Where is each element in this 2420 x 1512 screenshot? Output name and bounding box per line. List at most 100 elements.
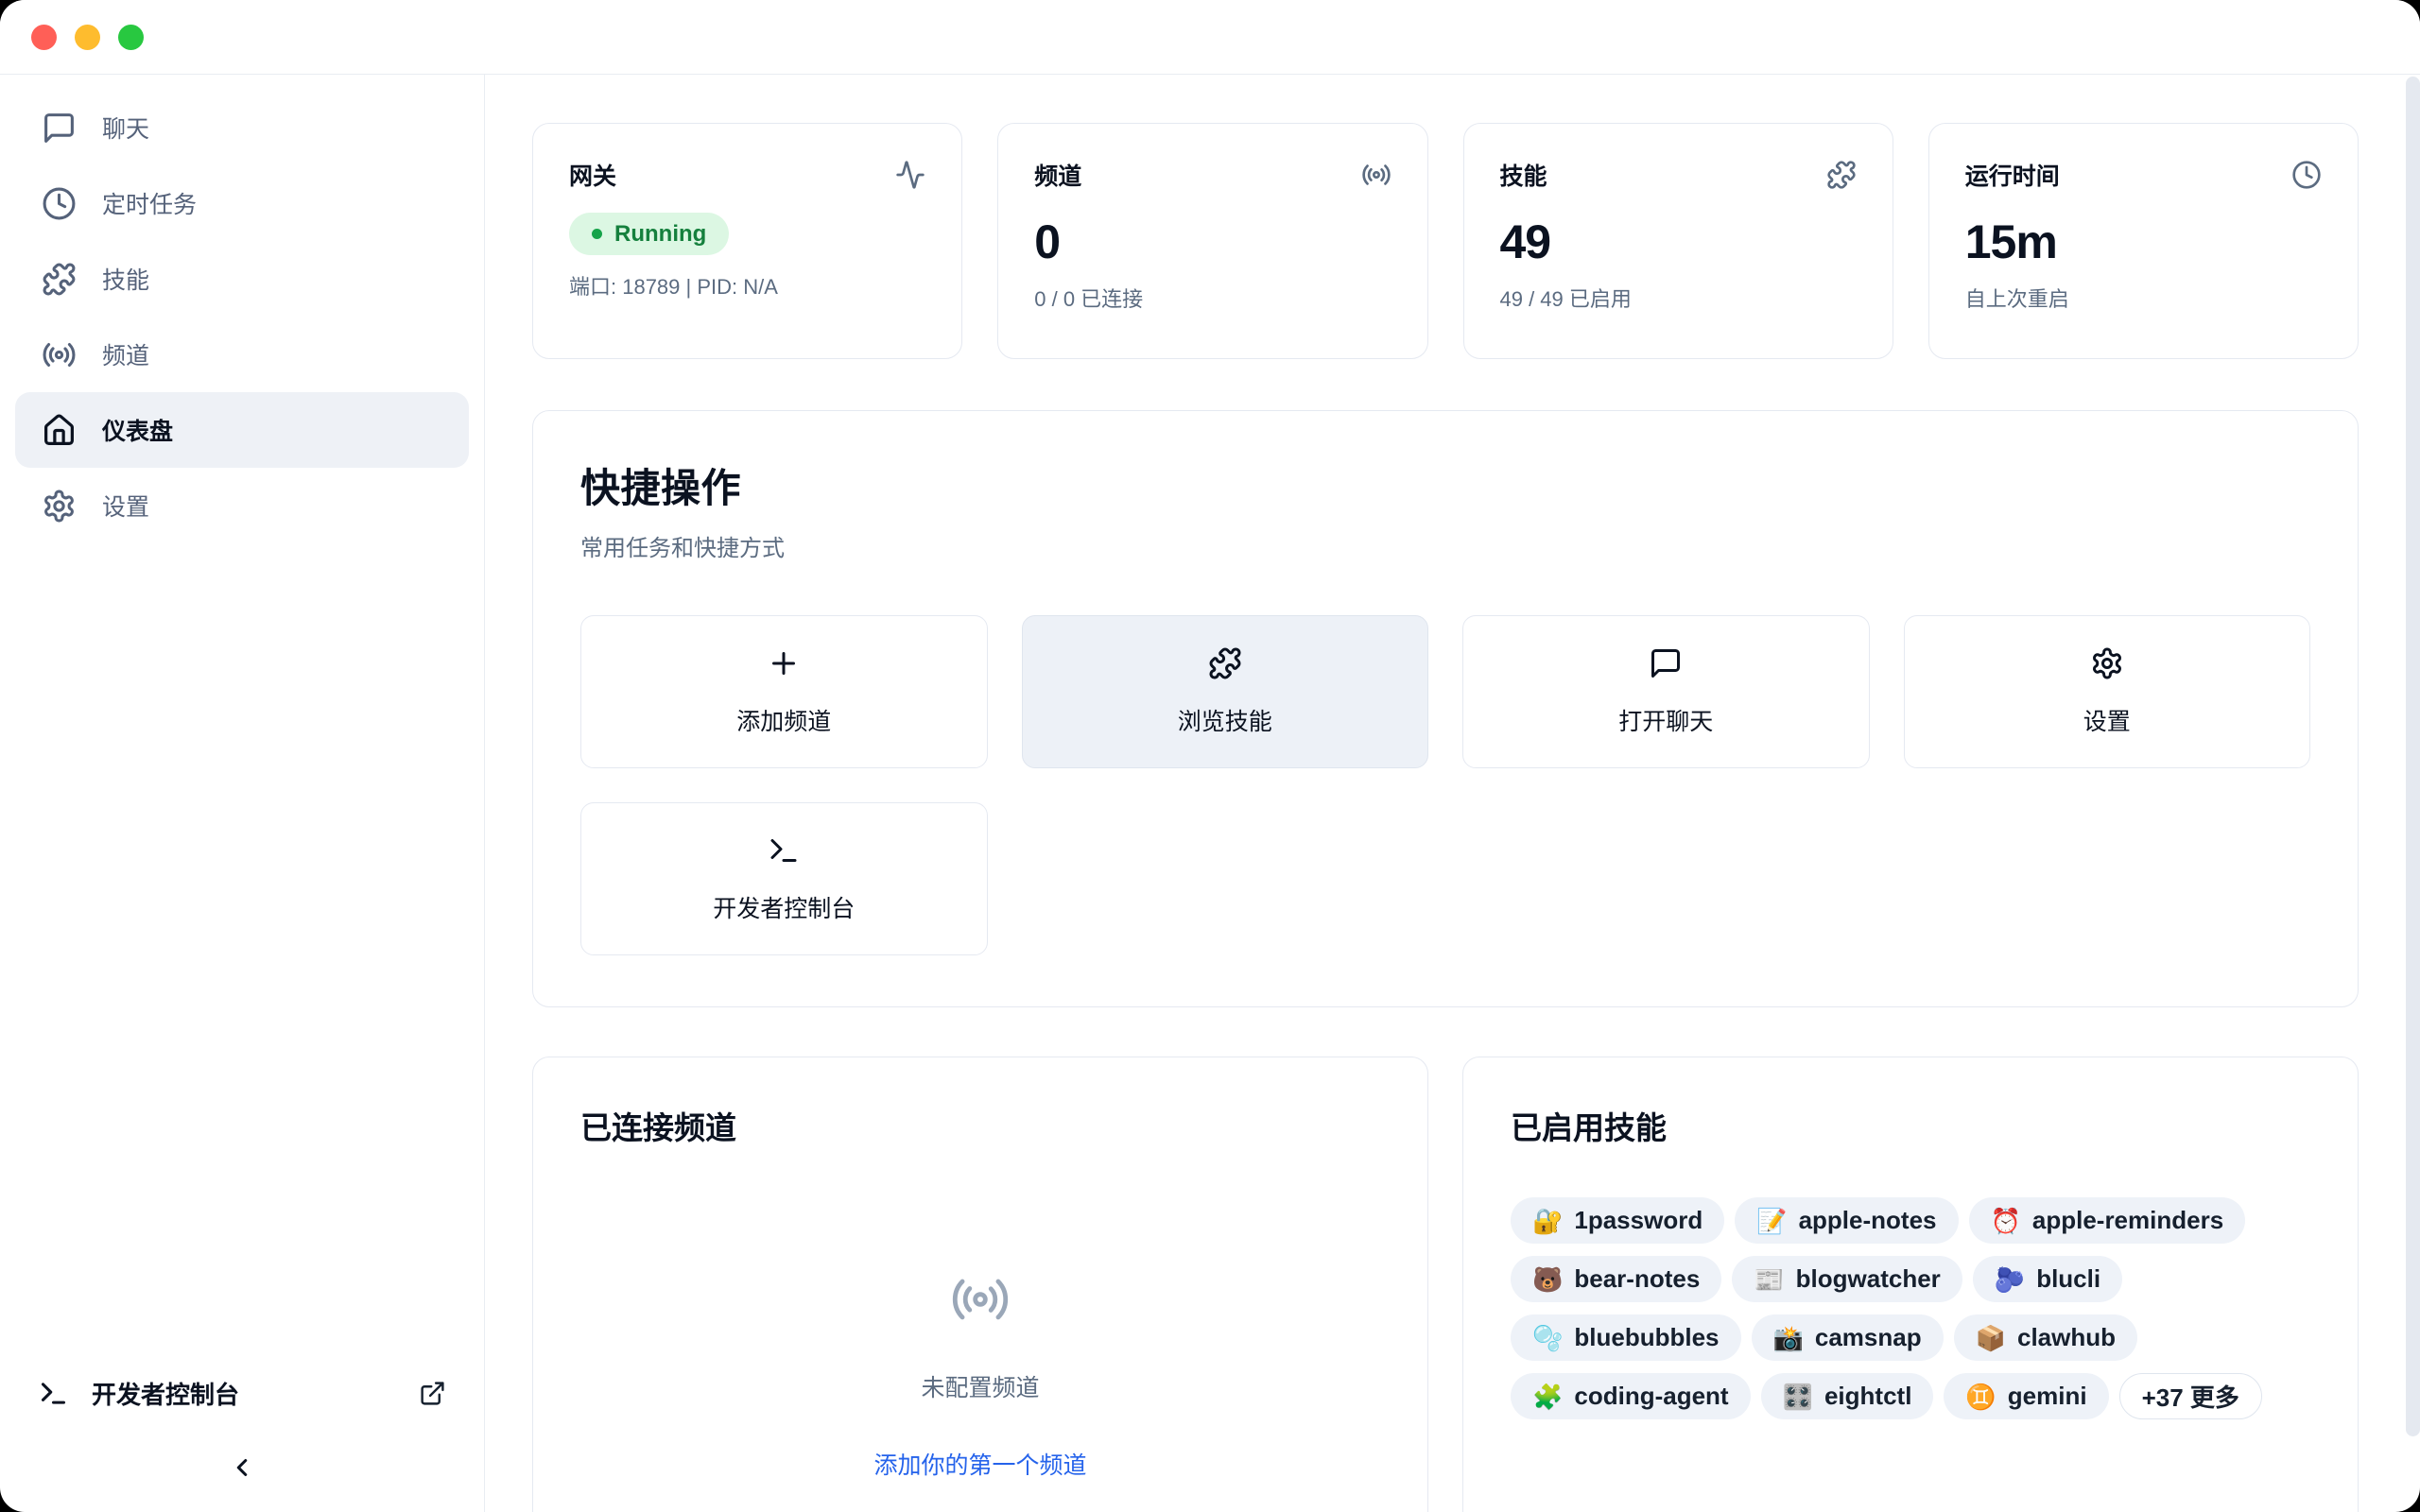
- main-content: 网关 Running 端口: 18789 | PID: N/A 频道 0 0 /…: [485, 75, 2420, 1512]
- sidebar-footer: 开发者控制台: [15, 1359, 469, 1499]
- stats-row: 网关 Running 端口: 18789 | PID: N/A 频道 0 0 /…: [532, 123, 2359, 359]
- stat-title: 频道: [1034, 158, 1081, 192]
- collapse-sidebar-button[interactable]: [220, 1446, 264, 1489]
- connected-channels-title: 已连接频道: [580, 1103, 1380, 1148]
- app-window: 聊天 定时任务 技能 频道 仪表盘 设置 开发者控制台: [0, 0, 2420, 1512]
- dev-console-label: 开发者控制台: [92, 1376, 239, 1411]
- quick-action-open-chat[interactable]: 打开聊天: [1462, 615, 1870, 768]
- quick-actions-subtitle: 常用任务和快捷方式: [580, 529, 2310, 562]
- skill-chip-camsnap: 📸 camsnap: [1752, 1314, 1944, 1361]
- stat-card-channels: 频道 0 0 / 0 已连接: [997, 123, 1427, 359]
- stat-card-skills: 技能 49 49 / 49 已启用: [1463, 123, 1893, 359]
- skill-chip-clawhub: 📦 clawhub: [1954, 1314, 2137, 1361]
- stat-subtext: 49 / 49 已启用: [1500, 283, 1857, 313]
- stat-subtext: 端口: 18789 | PID: N/A: [569, 270, 925, 301]
- chevron-left-icon: [228, 1453, 256, 1482]
- message-icon: [1649, 646, 1683, 680]
- puzzle-icon: [1826, 160, 1857, 190]
- stat-card-gateway: 网关 Running 端口: 18789 | PID: N/A: [532, 123, 962, 359]
- skill-chip-gemini: ♊ gemini: [1944, 1373, 2108, 1419]
- skill-chip-apple-reminders: ⏰ apple-reminders: [1969, 1197, 2246, 1244]
- skill-emoji-icon: 📸: [1773, 1326, 1804, 1350]
- collapse-row: [15, 1427, 469, 1499]
- skill-emoji-icon: 🫧: [1532, 1326, 1563, 1350]
- titlebar: [0, 0, 2420, 75]
- skill-chip-apple-notes: 📝 apple-notes: [1735, 1197, 1958, 1244]
- skill-chip-more[interactable]: +37 更多: [2119, 1373, 2262, 1419]
- skill-chip-blogwatcher: 📰 blogwatcher: [1732, 1256, 1962, 1302]
- bottom-panels: 已连接频道 未配置频道 添加你的第一个频道 已启用技能 🔐 1password …: [532, 1057, 2359, 1512]
- sidebar-nav: 聊天 定时任务 技能 频道 仪表盘 设置: [15, 90, 469, 543]
- app-body: 聊天 定时任务 技能 频道 仪表盘 设置 开发者控制台: [0, 75, 2420, 1512]
- terminal-icon: [38, 1378, 69, 1409]
- clock-icon: [42, 186, 77, 221]
- skill-chip-blucli: 🫐 blucli: [1973, 1256, 2122, 1302]
- status-badge: Running: [569, 213, 729, 255]
- house-icon: [42, 413, 77, 448]
- quick-action-browse-skills[interactable]: 浏览技能: [1022, 615, 1429, 768]
- connected-channels-card: 已连接频道 未配置频道 添加你的第一个频道: [532, 1057, 1428, 1512]
- close-window-button[interactable]: [31, 25, 57, 50]
- quick-action-dev-console[interactable]: 开发者控制台: [580, 802, 988, 955]
- radio-icon: [42, 337, 77, 372]
- radio-icon: [1361, 160, 1392, 190]
- skill-chip-1password: 🔐 1password: [1511, 1197, 1724, 1244]
- clock-icon: [2291, 160, 2322, 190]
- radio-icon: [950, 1269, 1011, 1330]
- skill-emoji-icon: 🧩: [1532, 1384, 1563, 1409]
- plus-icon: [767, 646, 801, 680]
- quick-action-settings[interactable]: 设置: [1904, 615, 2311, 768]
- quick-action-add-channel[interactable]: 添加频道: [580, 615, 988, 768]
- quick-actions-title: 快捷操作: [580, 456, 2310, 514]
- puzzle-icon: [1208, 646, 1242, 680]
- puzzle-icon: [42, 262, 77, 297]
- sidebar-item-skills[interactable]: 技能: [15, 241, 469, 317]
- skill-emoji-icon: ⏰: [1991, 1209, 2021, 1233]
- stat-title: 网关: [569, 158, 616, 192]
- skill-emoji-icon: 🎛️: [1783, 1384, 1813, 1409]
- enabled-skills-card: 已启用技能 🔐 1password 📝 apple-notes ⏰ apple-…: [1462, 1057, 2359, 1512]
- empty-channels-text: 未配置频道: [921, 1369, 1039, 1403]
- skill-emoji-icon: 🐻: [1532, 1267, 1563, 1292]
- sidebar-item-settings[interactable]: 设置: [15, 468, 469, 543]
- channels-empty-state: 未配置频道 添加你的第一个频道: [580, 1269, 1380, 1481]
- sidebar-item-cron[interactable]: 定时任务: [15, 165, 469, 241]
- skill-emoji-icon: 📝: [1756, 1209, 1787, 1233]
- enabled-skills-title: 已启用技能: [1511, 1103, 2310, 1148]
- sidebar-item-dashboard[interactable]: 仪表盘: [15, 392, 469, 468]
- stat-card-uptime: 运行时间 15m 自上次重启: [1928, 123, 2359, 359]
- skill-chip-bluebubbles: 🫧 bluebubbles: [1511, 1314, 1741, 1361]
- minimize-window-button[interactable]: [75, 25, 100, 50]
- quick-actions-grid: 添加频道 浏览技能 打开聊天 设置 开发者控制台: [580, 615, 2310, 955]
- skill-chip-bear-notes: 🐻 bear-notes: [1511, 1256, 1721, 1302]
- skill-emoji-icon: ♊: [1965, 1384, 1996, 1409]
- gear-icon: [2090, 646, 2124, 680]
- stat-value: 15m: [1965, 215, 2322, 269]
- gear-icon: [42, 489, 77, 524]
- sidebar-item-chat[interactable]: 聊天: [15, 90, 469, 165]
- external-link-icon[interactable]: [419, 1380, 446, 1407]
- stat-subtext: 自上次重启: [1965, 283, 2322, 313]
- stat-value: 0: [1034, 215, 1391, 269]
- message-icon: [42, 111, 77, 146]
- stat-title: 运行时间: [1965, 158, 2060, 192]
- quick-actions-card: 快捷操作 常用任务和快捷方式 添加频道 浏览技能 打开聊天 设置 开发者控制台: [532, 410, 2359, 1007]
- terminal-icon: [767, 833, 801, 868]
- sidebar: 聊天 定时任务 技能 频道 仪表盘 设置 开发者控制台: [0, 75, 485, 1512]
- skill-emoji-icon: 🔐: [1532, 1209, 1563, 1233]
- sidebar-dev-console[interactable]: 开发者控制台: [15, 1359, 469, 1427]
- stat-value: 49: [1500, 215, 1857, 269]
- stat-subtext: 0 / 0 已连接: [1034, 283, 1391, 313]
- skill-emoji-icon: 📦: [1976, 1326, 2006, 1350]
- activity-icon: [895, 160, 925, 190]
- scrollbar-thumb[interactable]: [2406, 77, 2420, 1436]
- maximize-window-button[interactable]: [118, 25, 144, 50]
- skill-emoji-icon: 🫐: [1995, 1267, 2025, 1292]
- skill-chip-coding-agent: 🧩 coding-agent: [1511, 1373, 1751, 1419]
- status-dot: [592, 229, 602, 239]
- skill-chip-eightctl: 🎛️ eightctl: [1761, 1373, 1934, 1419]
- skill-emoji-icon: 📰: [1754, 1267, 1784, 1292]
- sidebar-item-channels[interactable]: 频道: [15, 317, 469, 392]
- add-first-channel-link[interactable]: 添加你的第一个频道: [873, 1447, 1086, 1481]
- stat-title: 技能: [1500, 158, 1547, 192]
